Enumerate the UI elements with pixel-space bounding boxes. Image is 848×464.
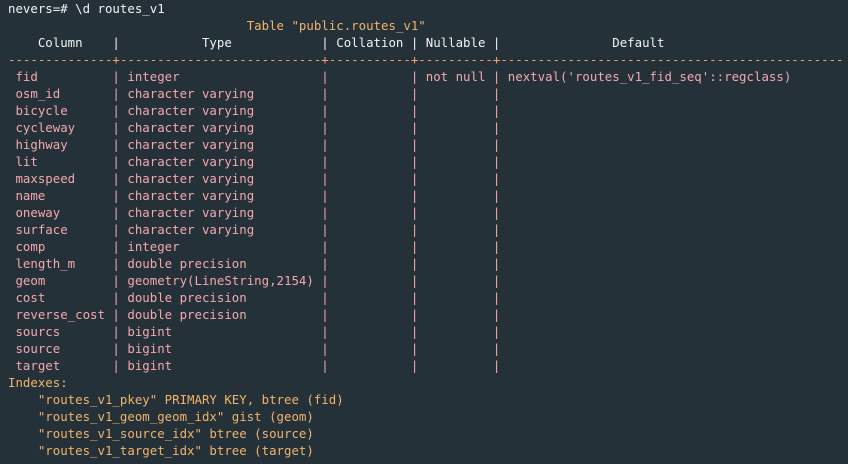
index-entry: "routes_v1_target_idx" btree (target) xyxy=(8,443,314,458)
table-row: geom | geometry(LineString,2154) | | | xyxy=(8,273,501,288)
table-row: cost | double precision | | | xyxy=(8,290,501,305)
index-entry: "routes_v1_pkey" PRIMARY KEY, btree (fid… xyxy=(8,392,344,407)
index-entry: "routes_v1_source_idx" btree (source) xyxy=(8,426,314,441)
table-row: sourcs | bigint | | | xyxy=(8,324,501,339)
table-row: highway | character varying | | | xyxy=(8,137,501,152)
table-row: fid | integer | | not null | nextval('ro… xyxy=(8,69,792,84)
terminal-window[interactable]: nevers=# \d routes_v1 Table "public.rout… xyxy=(0,0,848,464)
table-row: oneway | character varying | | | xyxy=(8,205,501,220)
table-row: surface | character varying | | | xyxy=(8,222,501,237)
index-entry: "routes_v1_geom_geom_idx" gist (geom) xyxy=(8,409,314,424)
table-row: bicycle | character varying | | | xyxy=(8,103,501,118)
indexes-label: Indexes: xyxy=(8,375,68,390)
table-title: Table "public.routes_v1" xyxy=(8,18,426,33)
table-row: name | character varying | | | xyxy=(8,188,501,203)
header-separator: --------------+-------------------------… xyxy=(8,52,844,67)
table-row: osm_id | character varying | | | xyxy=(8,86,501,101)
column-header-row: Column | Type | Collation | Nullable | D… xyxy=(8,35,665,50)
table-row: reverse_cost | double precision | | | xyxy=(8,307,501,322)
table-row: maxspeed | character varying | | | xyxy=(8,171,501,186)
table-row: comp | integer | | | xyxy=(8,239,501,254)
table-row: cycleway | character varying | | | xyxy=(8,120,501,135)
table-row: target | bigint | | | xyxy=(8,358,501,373)
command-line: nevers=# \d routes_v1 xyxy=(8,1,165,16)
table-row: lit | character varying | | | xyxy=(8,154,501,169)
table-row: length_m | double precision | | | xyxy=(8,256,501,271)
table-row: source | bigint | | | xyxy=(8,341,501,356)
